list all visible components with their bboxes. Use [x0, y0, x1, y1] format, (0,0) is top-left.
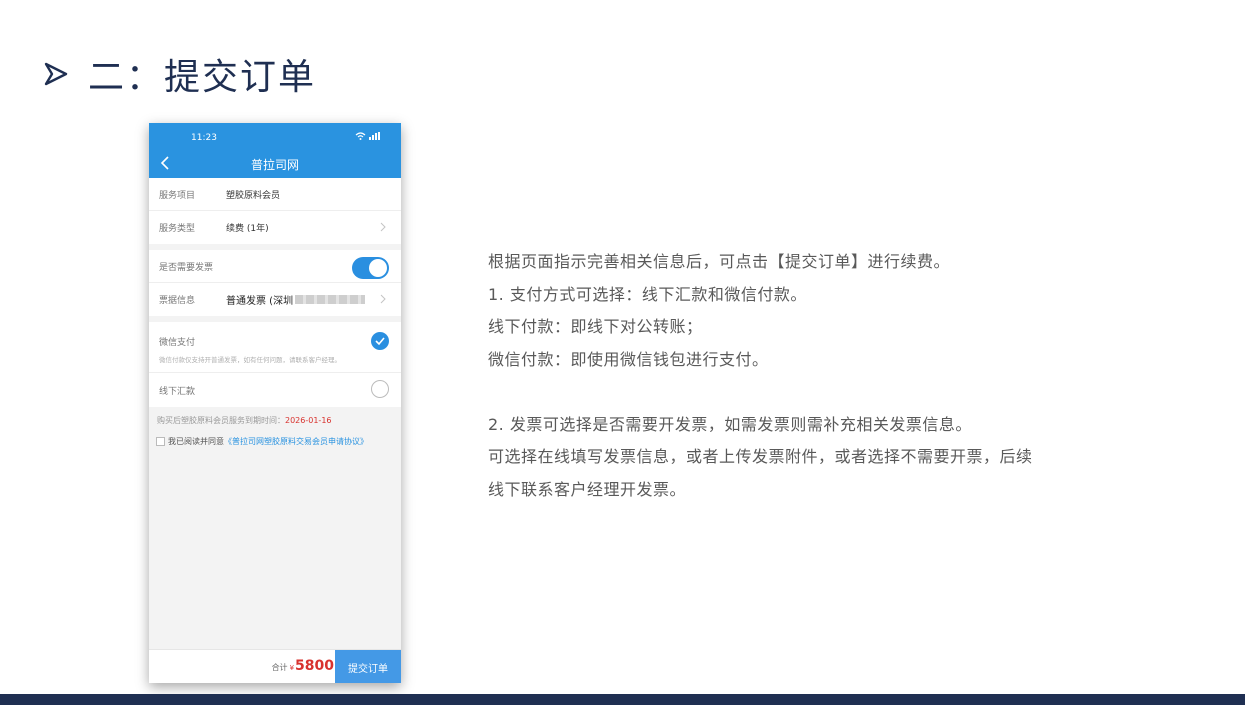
service-item-value: 塑胶原料会员: [226, 190, 281, 201]
service-type-label: 服务类型: [159, 224, 196, 234]
toggle-knob: [369, 259, 387, 277]
desc-spacer: [488, 376, 1128, 409]
slide-title: 二：提交订单: [44, 50, 316, 98]
footer-band: [0, 694, 1245, 705]
invoice-need-label: 是否需要发票: [159, 262, 214, 273]
agreement-link[interactable]: 《普拉司网塑胶原料交易会员申请协议》: [224, 436, 368, 447]
blurred-company-name: [295, 295, 366, 304]
expire-text: 购买后塑胶原料会员服务到期时间：: [157, 416, 285, 425]
order-total: 合计 ¥ 5800: [272, 658, 334, 674]
nav-bar: 普拉司网: [149, 149, 401, 178]
total-label: 合计: [271, 663, 288, 672]
desc-line: 微信付款：即使用微信钱包进行支付。: [488, 349, 769, 369]
desc-line: 可选择在线填写发票信息，或者上传发票附件，或者选择不需要开票，后续: [488, 447, 1033, 466]
expire-date: 2026-01-16: [285, 416, 332, 425]
invoice-card: 是否需要发票 票据信息 普通发票 (深圳: [149, 250, 401, 316]
status-bar: 11:23: [149, 123, 401, 149]
invoice-info-label: 票据信息: [159, 296, 196, 306]
total-amount: 5800: [295, 658, 334, 674]
service-item-label: 服务项目: [159, 190, 196, 201]
desc-line: 线下付款：即线下对公转账；: [488, 317, 703, 336]
instructions-text: 根据页面指示完善相关信息后，可点击【提交订单】进行续费。 1. 支付方式可选择：…: [488, 246, 1128, 506]
status-time: 11:23: [191, 133, 217, 143]
nav-title: 普拉司网: [250, 158, 299, 172]
offline-pay-label: 线下汇款: [159, 386, 196, 397]
submit-order-button[interactable]: 提交订单: [335, 650, 401, 683]
order-footer: 合计 ¥ 5800 提交订单: [149, 649, 401, 683]
invoice-info-row[interactable]: 票据信息 普通发票 (深圳: [149, 283, 401, 316]
currency-symbol: ¥: [289, 664, 295, 672]
agreement-row: 我已阅读并同意 《普拉司网塑胶原料交易会员申请协议》: [149, 426, 401, 447]
page-title: 二：提交订单: [88, 57, 317, 98]
signal-icon: [369, 132, 380, 140]
wechat-pay-row[interactable]: 微信支付: [149, 322, 401, 360]
desc-line: 1. 支付方式可选择：线下汇款和微信付款。: [488, 284, 807, 304]
desc-line: 线下联系客户经理开发票。: [488, 479, 687, 499]
payment-card: 微信支付 微信付款仅支持开普通发票，如有任何问题，请联系客户经理。 线下汇款: [149, 322, 401, 407]
agreement-text: 我已阅读并同意: [168, 437, 224, 446]
expire-info: 购买后塑胶原料会员服务到期时间：2026-01-16: [149, 407, 401, 426]
chevron-right-icon: [380, 222, 386, 232]
arrowhead-bullet-icon: [44, 62, 68, 86]
service-card: 服务项目 塑胶原料会员 服务类型 续费 (1年): [149, 178, 401, 244]
invoice-toggle[interactable]: [352, 257, 389, 279]
service-type-value: 续费 (1年): [226, 224, 269, 234]
offline-pay-row[interactable]: 线下汇款: [149, 373, 401, 407]
invoice-info-value: 普通发票 (深圳: [226, 296, 294, 307]
wifi-icon: [355, 132, 366, 140]
checkmark-icon: [375, 337, 385, 346]
service-type-row[interactable]: 服务类型 续费 (1年): [149, 211, 401, 244]
agreement-checkbox[interactable]: [156, 437, 165, 446]
desc-line: 根据页面指示完善相关信息后，可点击【提交订单】进行续费。: [488, 252, 951, 271]
desc-line: 2. 发票可选择是否需要开发票，如需发票则需补充相关发票信息。: [488, 414, 972, 434]
wechat-pay-label: 微信支付: [159, 337, 196, 348]
chevron-right-icon: [380, 294, 386, 304]
wechat-pay-radio[interactable]: [371, 332, 389, 350]
invoice-need-row: 是否需要发票: [149, 250, 401, 283]
status-icons: [355, 132, 381, 140]
phone-screenshot: 11:23 普拉司网 服务项目 塑胶原料会员 服务类型 续费 (1年) 是否需要…: [149, 123, 401, 683]
service-item-row: 服务项目 塑胶原料会员: [149, 178, 401, 211]
offline-pay-radio[interactable]: [371, 380, 389, 398]
